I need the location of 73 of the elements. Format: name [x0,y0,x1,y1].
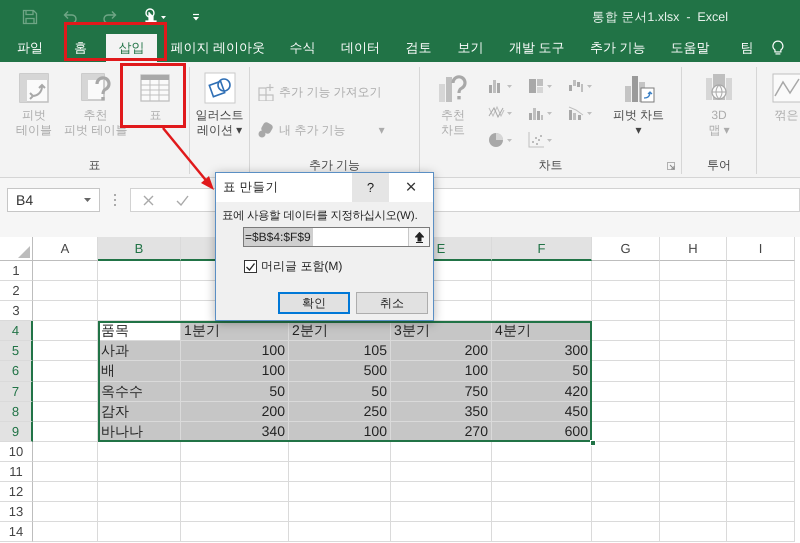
column-header[interactable]: B [98,237,181,261]
row-header[interactable]: 11 [0,462,33,482]
row-header[interactable]: 10 [0,442,33,462]
help-button[interactable]: ? [352,173,389,202]
row-header[interactable]: 12 [0,482,33,502]
table-cell[interactable]: 옥수수 [98,382,181,402]
table-cell[interactable]: 감자 [98,402,181,422]
row-header[interactable]: 8 [0,402,33,422]
ribbon-tab[interactable]: 홈 [56,34,106,62]
table-cell[interactable]: 270 [391,422,492,442]
table-cell[interactable]: 300 [492,341,592,362]
row-header[interactable]: 14 [0,522,33,542]
dialog-title: 표 만들기 [222,179,280,196]
row-header[interactable]: 1 [0,261,33,282]
group-label: 투어 [707,157,731,174]
table-cell[interactable]: 50 [181,382,289,402]
ribbon-tab[interactable]: 페이지 레이아웃 [157,34,277,62]
row-header[interactable]: 9 [0,422,33,442]
column-header[interactable]: A [33,237,98,261]
ribbon-tab[interactable]: 수식 [276,34,328,62]
ribbon-tab[interactable]: 추가 기능 [576,34,658,62]
table-cell[interactable]: 배 [98,361,181,382]
row-header[interactable]: 4 [0,321,33,342]
table-cell[interactable]: 200 [181,402,289,422]
ribbon-tab[interactable]: 데이터 [328,34,393,62]
ribbon-tab[interactable]: 개발 도구 [496,34,577,62]
window-title: 통합 문서1.xlsx - Excel [592,8,728,26]
ribbon-tab[interactable]: 보기 [444,34,496,62]
group-label: 추가 기능 [308,157,360,174]
table-cell[interactable]: 100 [289,422,391,442]
row-header[interactable]: 7 [0,382,33,402]
table-cell[interactable]: 100 [181,341,289,362]
close-button[interactable]: × [389,173,433,202]
table-cell[interactable]: 350 [391,402,492,422]
dialog-button[interactable]: 확인 [278,292,350,314]
row-header[interactable]: 3 [0,301,33,322]
ribbon-tab[interactable]: 파일 [4,34,56,62]
row-header[interactable]: 13 [0,502,33,522]
group-label: 차트 [538,157,562,174]
table-cell[interactable]: 1분기 [181,321,289,342]
column-header[interactable]: I [727,237,795,261]
ribbon-tab[interactable]: 도움말 [658,34,722,62]
table-cell[interactable]: 750 [391,382,492,402]
table-cell[interactable]: 사과 [98,341,181,362]
table-cell[interactable]: 100 [181,361,289,382]
table-cell[interactable]: 500 [289,361,391,382]
ribbon-button[interactable]: 피벗 차트 ▾ [608,69,668,140]
column-header[interactable]: G [592,237,660,261]
table-cell[interactable]: 450 [492,402,592,422]
table-cell[interactable]: 340 [181,422,289,442]
table-cell[interactable]: 50 [289,382,391,402]
checkbox-label[interactable]: 머리글 포함(M) [261,258,342,275]
table-cell[interactable]: 2분기 [289,321,391,342]
table-cell[interactable]: 100 [391,361,492,382]
dialog-button[interactable]: 취소 [356,292,428,314]
table-cell[interactable]: 105 [289,341,391,362]
row-header[interactable]: 6 [0,361,33,382]
table-cell[interactable]: 250 [289,402,391,422]
table-cell[interactable]: 50 [492,361,592,382]
column-header[interactable]: F [492,237,592,261]
table-cell[interactable]: 200 [391,341,492,362]
ribbon-button[interactable]: 일러스트 레이션 ▾ [192,69,248,140]
table-cell[interactable]: 3분기 [391,321,492,342]
name-box[interactable]: B4 [7,188,100,212]
group-label: 표 [88,157,100,174]
ribbon-tab[interactable]: 팀 [722,34,772,62]
prompt-text: 표에 사용할 데이터를 지정하십시오(W). [221,209,418,223]
range-field[interactable]: =$B$4:$F$9 [243,227,430,247]
ribbon-tab[interactable]: 검토 [392,34,444,62]
row-header[interactable]: 5 [0,341,33,362]
row-header[interactable]: 2 [0,281,33,302]
column-header[interactable]: H [660,237,727,261]
table-cell[interactable]: 420 [492,382,592,402]
